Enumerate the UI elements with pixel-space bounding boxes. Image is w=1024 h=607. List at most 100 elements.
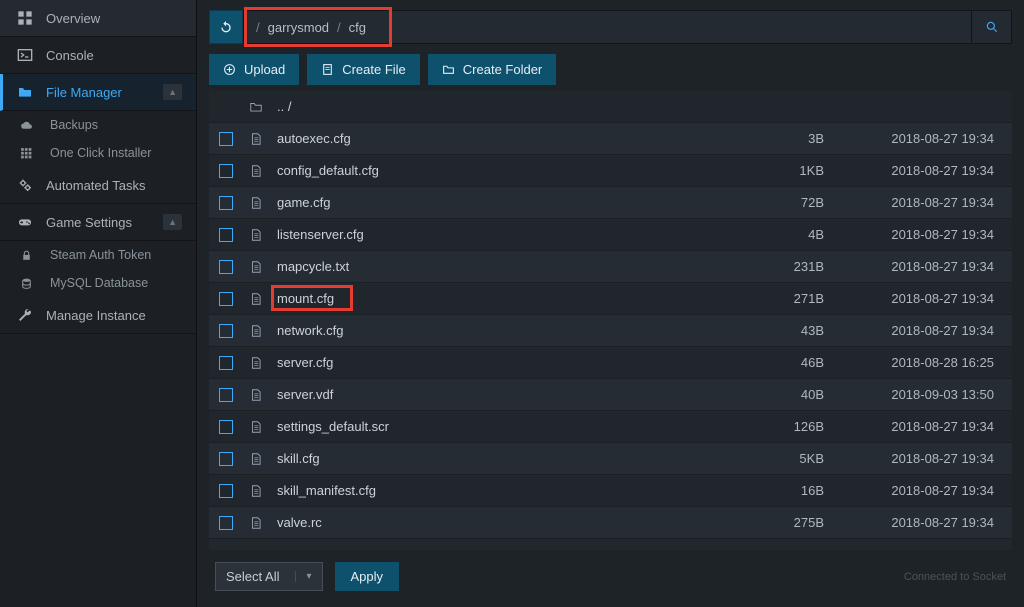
chevron-up-icon[interactable]: ▲ [163, 214, 182, 230]
file-row[interactable]: mapcycle.txt 231B 2018-08-27 19:34 [209, 251, 1012, 283]
nav-subitem-mysql-database[interactable]: MySQL Database [0, 269, 196, 297]
search-icon [985, 20, 999, 34]
footer-bar: Select All ▾ Apply Connected to Socket [209, 550, 1012, 597]
breadcrumb[interactable]: /garrysmod/cfg [243, 10, 972, 44]
bulk-action-select[interactable]: Select All ▾ [215, 562, 323, 591]
cloud-icon [20, 119, 42, 132]
checkbox[interactable] [219, 516, 233, 530]
file-row[interactable]: game.cfg 72B 2018-08-27 19:34 [209, 187, 1012, 219]
file-row[interactable]: skill_manifest.cfg 16B 2018-08-27 19:34 [209, 475, 1012, 507]
file-row[interactable]: network.cfg 43B 2018-08-27 19:34 [209, 315, 1012, 347]
file-name: skill.cfg [277, 451, 734, 466]
toolbar: Upload Create File Create Folder [209, 54, 1012, 85]
file-row[interactable]: skill.cfg 5KB 2018-08-27 19:34 [209, 443, 1012, 475]
breadcrumb-segment[interactable]: cfg [349, 20, 366, 35]
breadcrumb-segment[interactable]: garrysmod [268, 20, 329, 35]
terminal-icon [14, 47, 36, 63]
file-date: 2018-08-27 19:34 [824, 515, 994, 530]
nav-item-manage-instance[interactable]: Manage Instance [0, 297, 196, 334]
file-row[interactable]: mount.cfg 271B 2018-08-27 19:34 [209, 283, 1012, 315]
file-date: 2018-08-27 19:34 [824, 131, 994, 146]
file-icon [247, 516, 265, 530]
search-button[interactable] [972, 10, 1012, 44]
file-name: mapcycle.txt [277, 259, 734, 274]
checkbox[interactable] [219, 228, 233, 242]
nav-sub-label: Backups [50, 118, 98, 132]
upload-icon [223, 63, 236, 76]
file-date: 2018-09-03 13:50 [824, 387, 994, 402]
nav-item-automated-tasks[interactable]: Automated Tasks [0, 167, 196, 204]
nav-subitem-backups[interactable]: Backups [0, 111, 196, 139]
file-name: listenserver.cfg [277, 227, 734, 242]
folder-icon [442, 63, 455, 76]
file-size: 46B [734, 355, 824, 370]
folder-icon [14, 84, 36, 100]
file-size: 1KB [734, 163, 824, 178]
file-icon [247, 292, 265, 306]
lock-icon [20, 249, 42, 262]
nav-label: Game Settings [46, 215, 132, 230]
upload-button[interactable]: Upload [209, 54, 299, 85]
file-name: mount.cfg [277, 291, 734, 306]
select-label: Select All [226, 569, 279, 584]
checkbox[interactable] [219, 420, 233, 434]
nav-item-console[interactable]: Console [0, 37, 196, 74]
checkbox[interactable] [219, 484, 233, 498]
file-row[interactable]: settings_default.scr 126B 2018-08-27 19:… [209, 411, 1012, 443]
checkbox[interactable] [219, 452, 233, 466]
file-row[interactable]: server.cfg 46B 2018-08-28 16:25 [209, 347, 1012, 379]
file-row[interactable]: config_default.cfg 1KB 2018-08-27 19:34 [209, 155, 1012, 187]
database-icon [20, 277, 42, 290]
checkbox[interactable] [219, 164, 233, 178]
nav-item-overview[interactable]: Overview [0, 0, 196, 37]
breadcrumb-separator: / [337, 20, 341, 35]
file-date: 2018-08-27 19:34 [824, 259, 994, 274]
parent-dir-row[interactable]: .. / [209, 91, 1012, 123]
file-date: 2018-08-27 19:34 [824, 163, 994, 178]
file-row[interactable]: server.vdf 40B 2018-09-03 13:50 [209, 379, 1012, 411]
file-row[interactable]: autoexec.cfg 3B 2018-08-27 19:34 [209, 123, 1012, 155]
refresh-icon [218, 19, 234, 35]
nav-label: Console [46, 48, 94, 63]
file-icon [247, 388, 265, 402]
nav-label: Overview [46, 11, 100, 26]
file-name: network.cfg [277, 323, 734, 338]
checkbox[interactable] [219, 388, 233, 402]
file-size: 271B [734, 291, 824, 306]
file-size: 275B [734, 515, 824, 530]
nav-sub-label: Steam Auth Token [50, 248, 151, 262]
file-date: 2018-08-27 19:34 [824, 323, 994, 338]
breadcrumb-root-button[interactable] [209, 10, 243, 44]
file-size: 40B [734, 387, 824, 402]
file-row[interactable]: listenserver.cfg 4B 2018-08-27 19:34 [209, 219, 1012, 251]
grid-small-icon [20, 147, 42, 160]
nav-label: Manage Instance [46, 308, 146, 323]
apply-button[interactable]: Apply [335, 562, 400, 591]
nav-subitem-one-click-installer[interactable]: One Click Installer [0, 139, 196, 167]
file-name: valve.rc [277, 515, 734, 530]
create-file-button[interactable]: Create File [307, 54, 420, 85]
checkbox[interactable] [219, 292, 233, 306]
file-name: settings_default.scr [277, 419, 734, 434]
sidebar: Overview Console File Manager▲ Backups One C… [0, 0, 197, 607]
nav-item-game-settings[interactable]: Game Settings ▲ [0, 204, 196, 241]
file-size: 231B [734, 259, 824, 274]
file-date: 2018-08-27 19:34 [824, 483, 994, 498]
file-row[interactable]: valve.rc 275B 2018-08-27 19:34 [209, 507, 1012, 539]
create-folder-button[interactable]: Create Folder [428, 54, 556, 85]
file-date: 2018-08-27 19:34 [824, 291, 994, 306]
nav-subitem-steam-auth-token[interactable]: Steam Auth Token [0, 241, 196, 269]
checkbox[interactable] [219, 132, 233, 146]
file-icon [247, 228, 265, 242]
checkbox[interactable] [219, 324, 233, 338]
file-highlight [271, 285, 353, 311]
chevron-up-icon[interactable]: ▲ [163, 84, 182, 100]
file-date: 2018-08-27 19:34 [824, 451, 994, 466]
checkbox[interactable] [219, 260, 233, 274]
file-size: 126B [734, 419, 824, 434]
checkbox[interactable] [219, 196, 233, 210]
checkbox[interactable] [219, 356, 233, 370]
file-size: 72B [734, 195, 824, 210]
nav-item-file-manager[interactable]: File Manager▲ [0, 74, 196, 111]
file-size: 43B [734, 323, 824, 338]
